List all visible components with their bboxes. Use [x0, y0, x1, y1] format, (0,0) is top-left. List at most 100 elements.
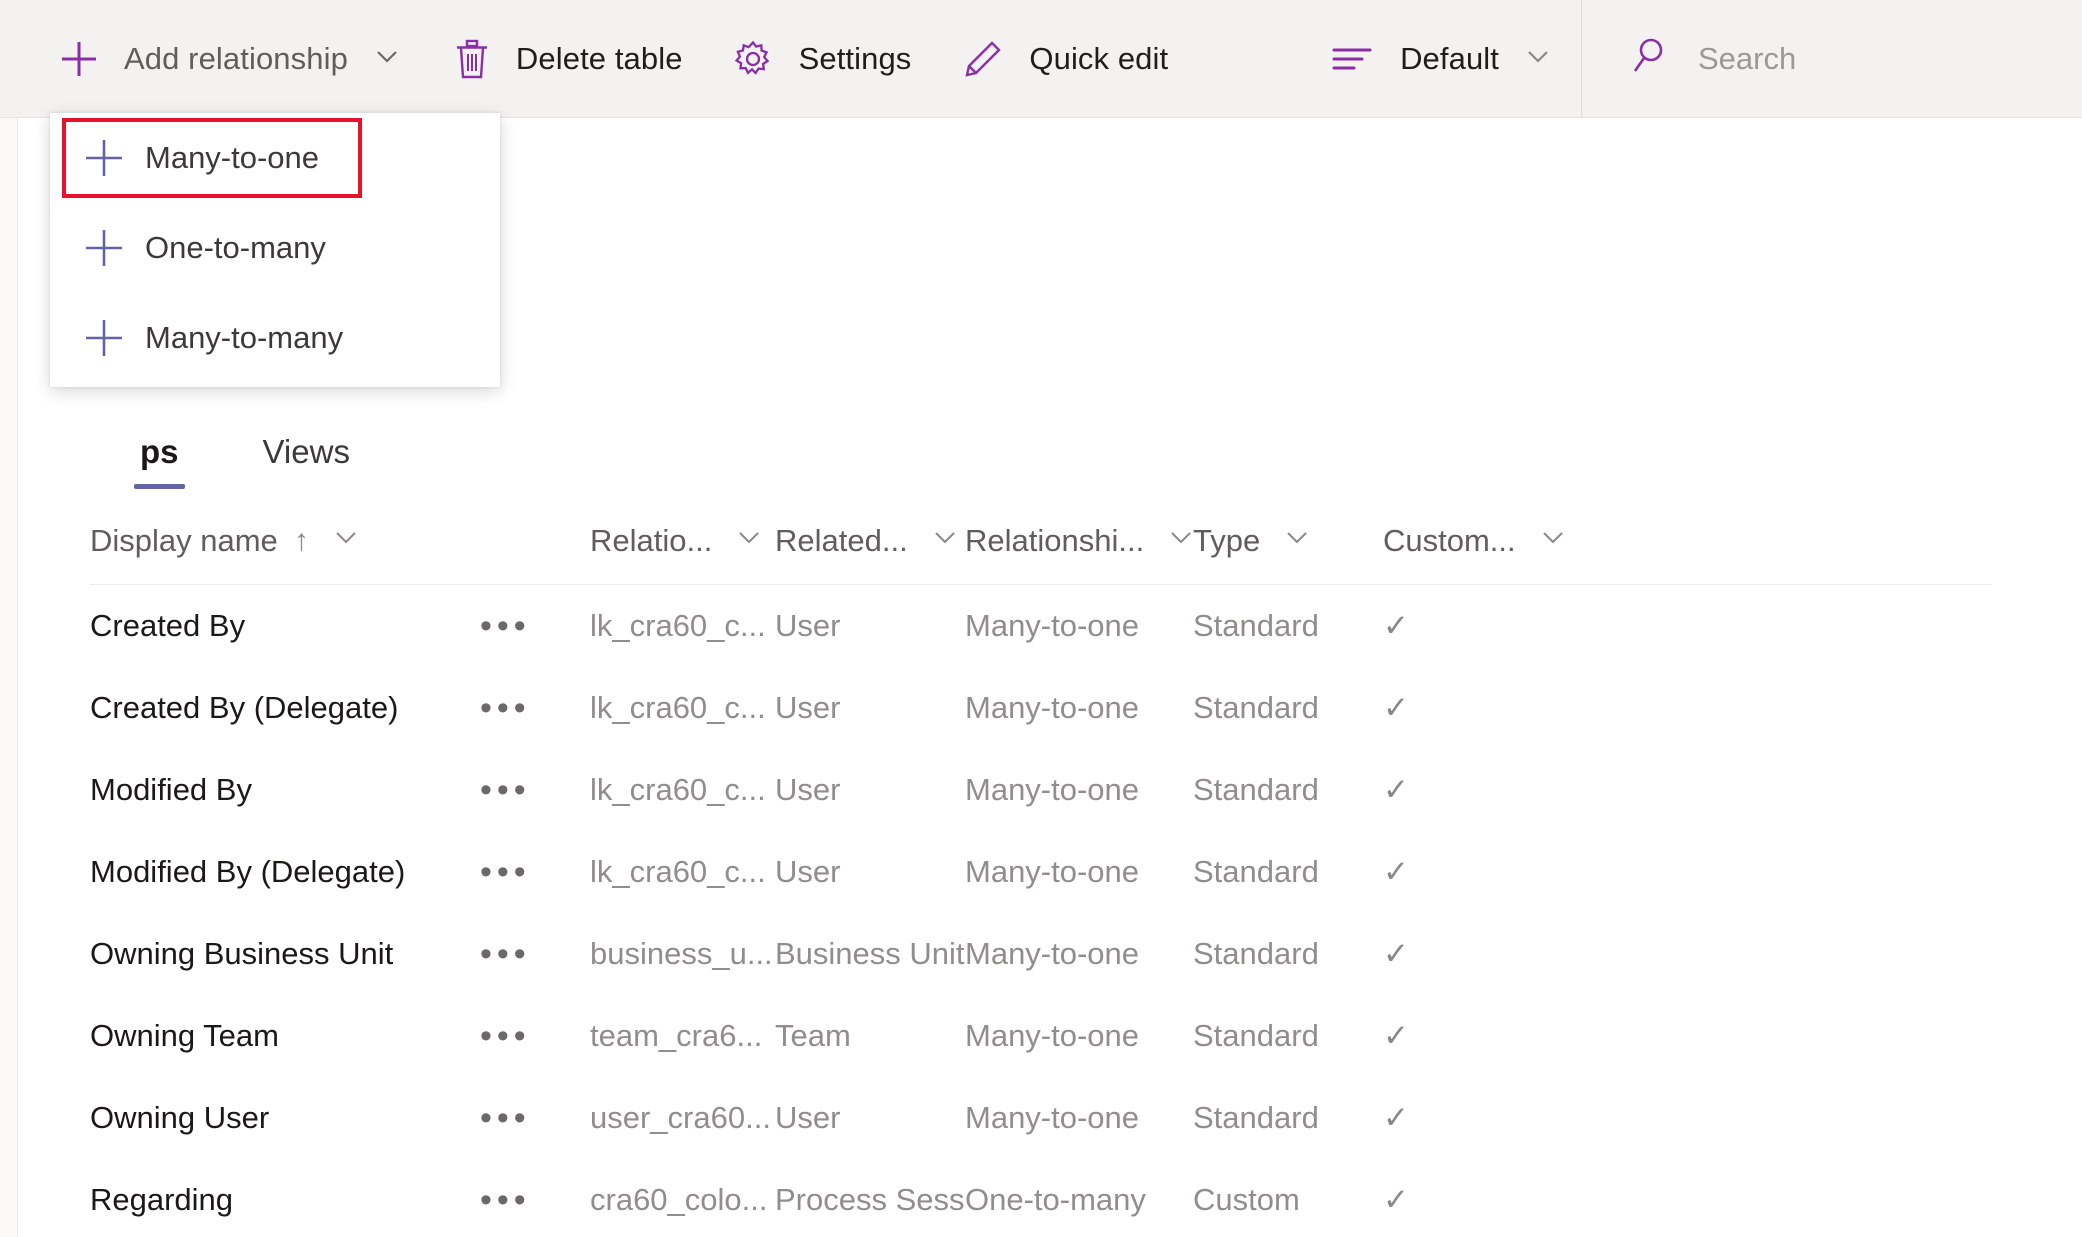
table-row[interactable]: Owning User ••• user_cra60... User Many-to-o…	[90, 1077, 1992, 1159]
search-input[interactable]: Search	[1698, 41, 1796, 77]
table-row[interactable]: Created By ••• lk_cra60_c... User Many-to-on…	[90, 585, 1992, 667]
plus-icon	[77, 226, 131, 270]
cell-relationship-name: lk_cra60_c...	[590, 608, 766, 643]
cell-type: Standard	[1193, 1018, 1319, 1053]
table-row[interactable]: Modified By (Delegate) ••• lk_cra60_c... Us…	[90, 831, 1992, 913]
column-header-customizable[interactable]: Custom...	[1383, 522, 1563, 560]
settings-button[interactable]: Settings	[683, 0, 912, 117]
cell-relationship-type: Many-to-one	[965, 936, 1140, 971]
cell-relationship-type: Many-to-one	[965, 1100, 1140, 1135]
cell-display-name[interactable]: Owning User	[90, 1100, 480, 1136]
add-relationship-menu: Many-to-one One-to-many Many-to-many	[50, 113, 500, 387]
chevron-down-icon[interactable]	[1282, 522, 1312, 560]
quick-edit-label: Quick edit	[1029, 40, 1169, 76]
cell-type: Standard	[1193, 936, 1319, 971]
cell-display-name[interactable]: Owning Business Unit	[90, 936, 480, 972]
column-header-relationship-type[interactable]: Relationshi...	[965, 522, 1193, 560]
row-more-actions-button[interactable]: •••	[480, 1099, 590, 1138]
table-row[interactable]: Created By (Delegate) ••• lk_cra60_c... Use…	[90, 667, 1992, 749]
pencil-icon	[961, 37, 1005, 81]
cell-type: Standard	[1193, 608, 1319, 643]
chevron-down-icon[interactable]	[1166, 522, 1196, 560]
column-header-related-table-label: Related...	[775, 523, 908, 558]
table-row[interactable]: Owning Business Unit ••• business_u... Busi…	[90, 913, 1992, 995]
column-header-customizable-label: Custom...	[1383, 523, 1516, 558]
sort-ascending-icon: ↑	[293, 524, 309, 557]
chevron-down-icon[interactable]	[734, 522, 764, 560]
table-row[interactable]: Modified By ••• lk_cra60_c... User Many-to-o…	[90, 749, 1992, 831]
cell-customizable-check-icon: ✓	[1383, 854, 1409, 889]
menu-item-many-to-many[interactable]: Many-to-many	[50, 293, 500, 383]
column-header-relationship-name[interactable]: Relatio...	[590, 522, 775, 560]
chevron-down-icon	[372, 41, 402, 76]
cell-customizable-check-icon: ✓	[1383, 608, 1409, 643]
cell-display-name[interactable]: Regarding	[90, 1182, 480, 1218]
cell-related-table: User	[775, 1100, 841, 1135]
row-more-actions-button[interactable]: •••	[480, 771, 590, 810]
cell-type: Standard	[1193, 690, 1319, 725]
left-rail	[0, 118, 18, 1237]
add-relationship-button[interactable]: Add relationship	[0, 0, 402, 117]
column-header-relationship-type-label: Relationshi...	[965, 523, 1145, 558]
cell-relationship-type: Many-to-one	[965, 608, 1140, 643]
cell-display-name[interactable]: Modified By (Delegate)	[90, 854, 480, 890]
trash-icon	[452, 37, 492, 81]
settings-label: Settings	[798, 40, 912, 76]
cell-relationship-type: Many-to-one	[965, 1018, 1140, 1053]
row-more-actions-button[interactable]: •••	[480, 1017, 590, 1056]
row-more-actions-button[interactable]: •••	[480, 1181, 590, 1220]
cell-type: Custom	[1193, 1182, 1300, 1217]
menu-item-many-to-one[interactable]: Many-to-one	[50, 113, 500, 203]
cell-display-name[interactable]: Created By (Delegate)	[90, 690, 480, 726]
cell-display-name[interactable]: Created By	[90, 608, 480, 644]
cell-customizable-check-icon: ✓	[1383, 690, 1409, 725]
chevron-down-icon[interactable]	[331, 522, 361, 560]
row-more-actions-button[interactable]: •••	[480, 689, 590, 728]
add-relationship-label: Add relationship	[124, 40, 348, 76]
chevron-down-icon	[1523, 41, 1553, 76]
plus-icon	[77, 136, 131, 180]
quick-edit-button[interactable]: Quick edit	[911, 0, 1168, 117]
command-bar: Add relationship Delete table Settings Q…	[0, 0, 2082, 118]
cell-related-table: User	[775, 854, 841, 889]
cell-display-name[interactable]: Owning Team	[90, 1018, 480, 1054]
tab-relationships[interactable]: ps	[120, 433, 199, 489]
cell-related-table: Business Unit	[775, 936, 965, 971]
delete-table-button[interactable]: Delete table	[402, 0, 683, 117]
row-more-actions-button[interactable]: •••	[480, 935, 590, 974]
column-header-display-name[interactable]: Display name ↑	[90, 522, 480, 560]
cell-related-table: Process Sessi	[775, 1182, 965, 1217]
cell-relationship-type: Many-to-one	[965, 854, 1140, 889]
view-selector-button[interactable]: Default	[1330, 0, 1581, 117]
app-root: Add relationship Delete table Settings Q…	[0, 0, 2082, 1237]
cell-relationship-name: business_u...	[590, 936, 773, 971]
cell-relationship-name: lk_cra60_c...	[590, 854, 766, 889]
cell-related-table: Team	[775, 1018, 851, 1053]
row-more-actions-button[interactable]: •••	[480, 607, 590, 646]
cell-display-name[interactable]: Modified By	[90, 772, 480, 808]
plus-icon	[58, 38, 100, 80]
search-box[interactable]: Search	[1582, 0, 2082, 117]
cell-relationship-name: lk_cra60_c...	[590, 772, 766, 807]
view-selector-label: Default	[1400, 40, 1499, 76]
tab-views[interactable]: Views	[243, 433, 370, 489]
menu-item-one-to-many-label: One-to-many	[145, 230, 326, 265]
column-header-related-table[interactable]: Related...	[775, 522, 965, 560]
cell-customizable-check-icon: ✓	[1383, 1182, 1409, 1217]
chevron-down-icon[interactable]	[1538, 522, 1568, 560]
command-bar-right-group: Default Search	[1330, 0, 2082, 117]
table-row[interactable]: Owning Team ••• team_cra6... Team Many-to-on…	[90, 995, 1992, 1077]
gear-icon	[731, 37, 775, 81]
column-header-type[interactable]: Type	[1193, 522, 1383, 560]
cell-customizable-check-icon: ✓	[1383, 936, 1409, 971]
menu-item-one-to-many[interactable]: One-to-many	[50, 203, 500, 293]
row-more-actions-button[interactable]: •••	[480, 853, 590, 892]
cell-relationship-type: One-to-many	[965, 1182, 1146, 1217]
cell-type: Standard	[1193, 1100, 1319, 1135]
cell-relationship-type: Many-to-one	[965, 690, 1140, 725]
tab-relationships-label: ps	[140, 433, 179, 470]
grid-header-row: Display name ↑ Relatio... Related... Rel…	[90, 498, 1992, 585]
chevron-down-icon[interactable]	[930, 522, 960, 560]
table-row[interactable]: Regarding ••• cra60_colo... Process Sessi On…	[90, 1159, 1992, 1237]
cell-type: Standard	[1193, 854, 1319, 889]
